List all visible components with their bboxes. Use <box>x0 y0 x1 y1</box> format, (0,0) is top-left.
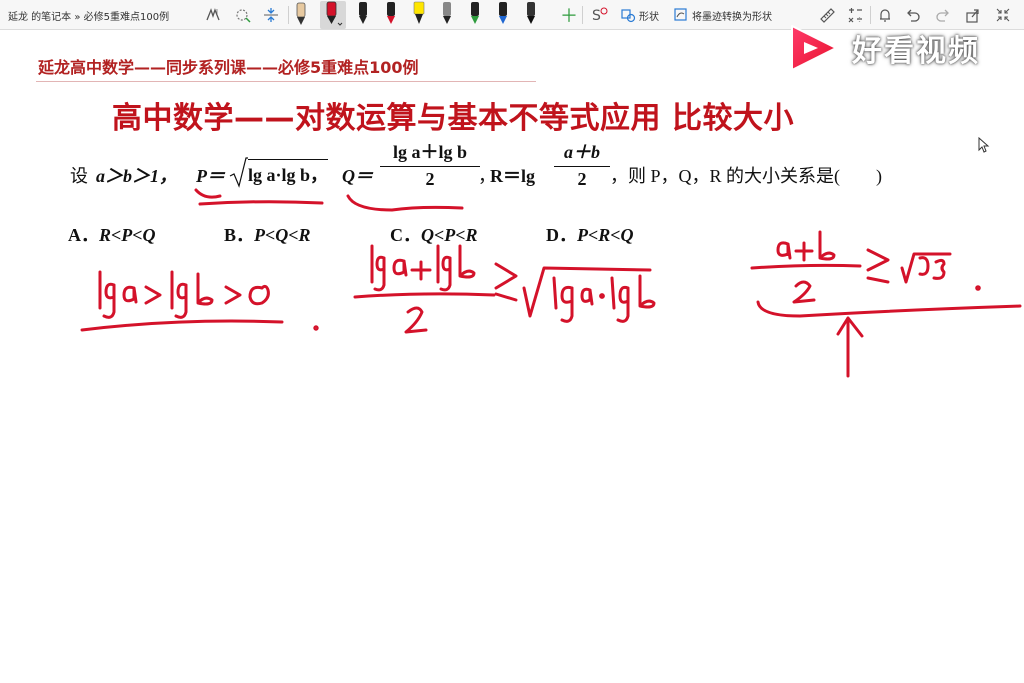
shapes-label: 形状 <box>639 11 659 23</box>
note-page[interactable]: 延龙高中数学——同步系列课——必修5重难点100例 高中数学——对数运算与基本不… <box>0 31 1024 683</box>
pen-black-2-icon[interactable] <box>522 1 540 29</box>
insert-space-icon[interactable] <box>262 5 280 25</box>
q-definition-label: Q＝ <box>342 166 373 186</box>
pen-green-icon[interactable] <box>466 1 484 29</box>
breadcrumb[interactable]: 延龙 的笔记本 » 必修5重难点100例 <box>8 8 169 23</box>
r-fraction-bar <box>554 166 610 167</box>
video-watermark: 好看视频 <box>786 20 980 76</box>
q-fraction: lg a＋lg b 2 <box>380 138 480 190</box>
q-numerator: lg a＋lg b <box>392 142 467 162</box>
question-intro: 设 <box>70 166 88 186</box>
option-b[interactable]: B．P<Q<R <box>224 221 311 247</box>
shapes-icon <box>621 9 636 23</box>
svg-text:S: S <box>592 8 601 24</box>
course-title-divider <box>36 81 536 82</box>
pen-tan-icon[interactable] <box>292 1 310 29</box>
collapse-icon[interactable] <box>994 5 1012 25</box>
p-definition-label: P＝ <box>196 166 225 186</box>
q-fraction-bar <box>380 166 480 167</box>
ink-to-shape-label: 将墨迹转换为形状 <box>692 11 772 23</box>
ink-to-shape-icon <box>674 8 687 21</box>
r-numerator: a＋b <box>564 142 600 162</box>
svg-text:I: I <box>216 9 218 16</box>
r-definition-label: R＝lg <box>490 166 535 186</box>
r-denominator: 2 <box>577 169 587 189</box>
option-a[interactable]: A．R<P<Q <box>68 221 156 247</box>
p-radicand: lg a·lg b， <box>248 159 329 187</box>
toolbar-divider <box>288 6 289 24</box>
pen-red-selected-icon[interactable] <box>320 1 346 29</box>
pen-gray-icon[interactable] <box>438 1 456 29</box>
watermark-text: 好看视频 <box>852 34 980 69</box>
option-d[interactable]: D．P<R<Q <box>546 221 634 247</box>
question: 设 a＞b＞1， P＝ lg a·lg b， Q＝ lg a＋lg b 2 ， … <box>70 142 970 200</box>
course-title: 延龙高中数学——同步系列课——必修5重难点100例 <box>38 58 419 77</box>
ink-to-math-icon[interactable]: S <box>590 5 610 25</box>
add-pen-icon[interactable]: ＋ <box>560 5 578 26</box>
q-denominator: 2 <box>425 169 435 189</box>
shapes-button[interactable]: 形状 <box>620 5 659 25</box>
mouse-cursor-icon <box>978 137 990 153</box>
highlighter-yellow-icon[interactable] <box>410 1 428 29</box>
pen-red-icon[interactable] <box>382 1 400 29</box>
lesson-title: 高中数学——对数运算与基本不等式应用 比较大小 <box>112 101 794 136</box>
lasso-select-icon[interactable]: I <box>204 5 222 25</box>
lasso-icon[interactable] <box>234 5 252 25</box>
pen-blue-icon[interactable] <box>494 1 512 29</box>
option-c[interactable]: C．Q<P<R <box>390 221 478 247</box>
r-fraction: a＋b 2 <box>554 138 610 190</box>
haokan-logo-icon <box>791 25 837 71</box>
sqrt-symbol <box>229 157 248 188</box>
question-condition: a＞b＞1， <box>96 166 177 186</box>
ink-to-shape-button[interactable]: 将墨迹转换为形状 <box>673 5 772 25</box>
question-ask: ，则 P，Q，R 的大小关系是( ) <box>610 166 883 186</box>
toolbar-divider <box>582 6 583 24</box>
pen-black-icon[interactable] <box>354 1 372 29</box>
